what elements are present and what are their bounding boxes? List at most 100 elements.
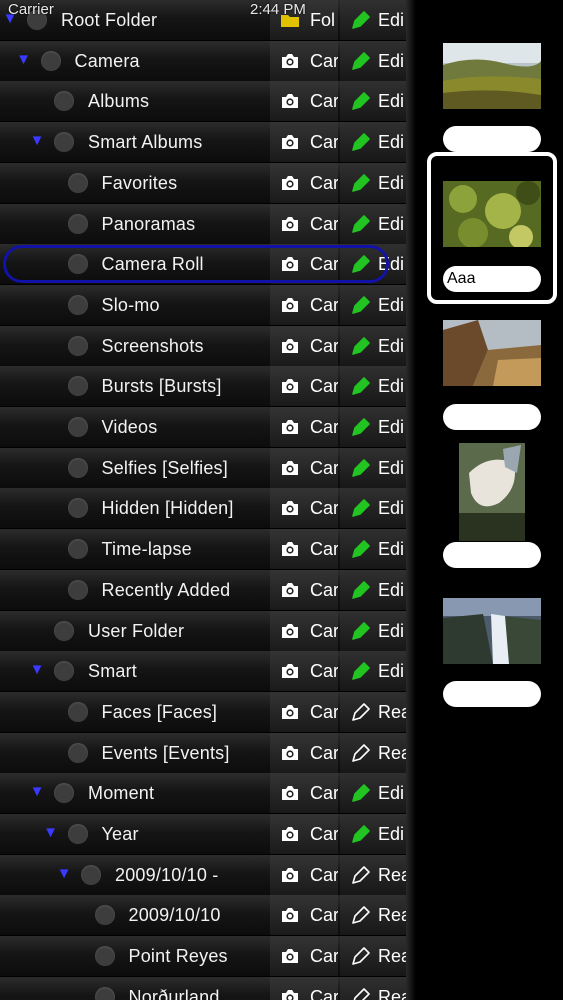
tree-row[interactable]: ▼ Root Folder Fol Edi [0,0,416,41]
check-circle-icon[interactable] [94,946,115,966]
access-cell[interactable]: Edi [340,163,416,203]
tree-row[interactable]: 2009/10/10 Car Rea [0,895,416,936]
access-cell[interactable]: Edi [340,488,416,528]
photo-thumbnail[interactable] [443,598,541,664]
check-circle-icon[interactable] [67,336,88,356]
tree-row[interactable]: Norðurland Car Rea [0,977,416,1000]
check-circle-icon[interactable] [40,51,61,71]
check-circle-icon[interactable] [54,91,74,111]
check-circle-icon[interactable] [81,865,101,885]
tree-row[interactable]: Time-lapse Car Edi [0,529,416,570]
access-cell[interactable]: Rea [340,977,416,1000]
tree-row[interactable]: Albums Car Edi [0,81,416,122]
check-circle-icon[interactable] [67,214,88,234]
check-circle-icon[interactable] [94,905,115,925]
access-cell[interactable]: Edi [340,448,416,488]
tree-row[interactable]: Bursts [Bursts] Car Edi [0,366,416,407]
tree-row[interactable]: Favorites Car Edi [0,163,416,204]
access-label: Edi [378,417,405,437]
check-circle-icon[interactable] [67,580,88,600]
access-cell[interactable]: Edi [340,814,416,854]
disclosure-triangle-icon[interactable]: ▼ [29,133,45,149]
tree-row[interactable]: ▼ Moment Car Edi [0,773,416,814]
check-circle-icon[interactable] [54,783,74,803]
access-label: Edi [378,295,405,315]
tree-row[interactable]: ▼ Camera Car Edi [0,41,416,82]
type-cell: Car [270,895,338,935]
tree-row[interactable]: User Folder Car Edi [0,611,416,652]
check-circle-icon[interactable] [54,132,74,152]
check-circle-icon[interactable] [67,743,88,763]
access-cell[interactable]: Edi [340,611,416,651]
tree-row[interactable]: Hidden [Hidden] Car Edi [0,488,416,529]
tree-row[interactable]: Events [Events] Car Rea [0,733,416,774]
tree-row[interactable]: Selfies [Selfies] Car Edi [0,448,416,489]
check-circle-icon[interactable] [67,539,88,559]
type-label: Car [310,743,338,763]
tree-row[interactable]: Slo-mo Car Edi [0,285,416,326]
tree-row[interactable]: Camera Roll Car Edi [0,244,416,285]
camera-icon [280,906,300,924]
tree-row[interactable]: ▼ 2009/10/10 - Car Rea [0,855,416,896]
access-cell[interactable]: Edi [340,0,416,40]
check-circle-icon[interactable] [54,661,74,681]
check-circle-icon[interactable] [67,498,88,518]
tree-row[interactable]: ▼ Smart Albums Car Edi [0,122,416,163]
access-cell[interactable]: Edi [340,570,416,610]
tree-row[interactable]: Videos Car Edi [0,407,416,448]
disclosure-triangle-icon[interactable]: ▼ [29,784,45,800]
type-label: Car [310,702,338,722]
check-circle-icon[interactable] [67,254,88,274]
photo-thumbnail[interactable] [443,320,541,386]
pane-divider[interactable] [406,0,416,1000]
photo-thumbnail[interactable] [459,443,525,541]
thumbnail-caption-field[interactable] [443,126,541,152]
check-circle-icon[interactable] [67,173,88,193]
check-circle-icon[interactable] [67,376,88,396]
access-cell[interactable]: Edi [340,326,416,366]
tree-row[interactable]: Faces [Faces] Car Rea [0,692,416,733]
thumbnail-caption-field[interactable] [443,404,541,430]
camera-icon [280,92,300,110]
access-cell[interactable]: Edi [340,285,416,325]
check-circle-icon[interactable] [67,417,88,437]
tree-row[interactable]: ▼ Year Car Edi [0,814,416,855]
access-cell[interactable]: Edi [340,407,416,447]
disclosure-triangle-icon[interactable]: ▼ [29,662,45,678]
access-cell[interactable]: Edi [340,529,416,569]
access-cell[interactable]: Edi [340,244,416,284]
access-cell[interactable]: Rea [340,855,416,895]
tree-row[interactable]: Screenshots Car Edi [0,326,416,367]
check-circle-icon[interactable] [67,295,88,315]
access-cell[interactable]: Edi [340,122,416,162]
check-circle-icon[interactable] [67,458,88,478]
access-cell[interactable]: Edi [340,81,416,121]
disclosure-triangle-icon[interactable]: ▼ [16,52,32,68]
tree-row[interactable]: ▼ Smart Car Edi [0,651,416,692]
access-cell[interactable]: Rea [340,692,416,732]
tree-row[interactable]: Recently Added Car Edi [0,570,416,611]
thumbnail-caption-field[interactable] [443,542,541,568]
access-cell[interactable]: Edi [340,41,416,81]
access-cell[interactable]: Edi [340,366,416,406]
disclosure-triangle-icon[interactable]: ▼ [56,866,72,882]
access-cell[interactable]: Rea [340,733,416,773]
tree-row[interactable]: Panoramas Car Edi [0,204,416,245]
edit-pencil-icon [350,823,372,845]
tree-row-label: Smart Albums [88,132,203,152]
access-cell[interactable]: Rea [340,895,416,935]
access-cell[interactable]: Edi [340,204,416,244]
edit-pencil-icon [350,213,372,235]
access-cell[interactable]: Rea [340,936,416,976]
check-circle-icon[interactable] [54,621,74,641]
disclosure-triangle-icon[interactable]: ▼ [43,825,59,841]
check-circle-icon[interactable] [67,824,88,844]
check-circle-icon[interactable] [94,987,115,1000]
check-circle-icon[interactable] [67,702,88,722]
type-cell: Car [270,285,338,325]
access-cell[interactable]: Edi [340,773,416,813]
photo-thumbnail[interactable] [443,43,541,109]
access-cell[interactable]: Edi [340,651,416,691]
tree-row[interactable]: Point Reyes Car Rea [0,936,416,977]
thumbnail-caption-field[interactable] [443,681,541,707]
